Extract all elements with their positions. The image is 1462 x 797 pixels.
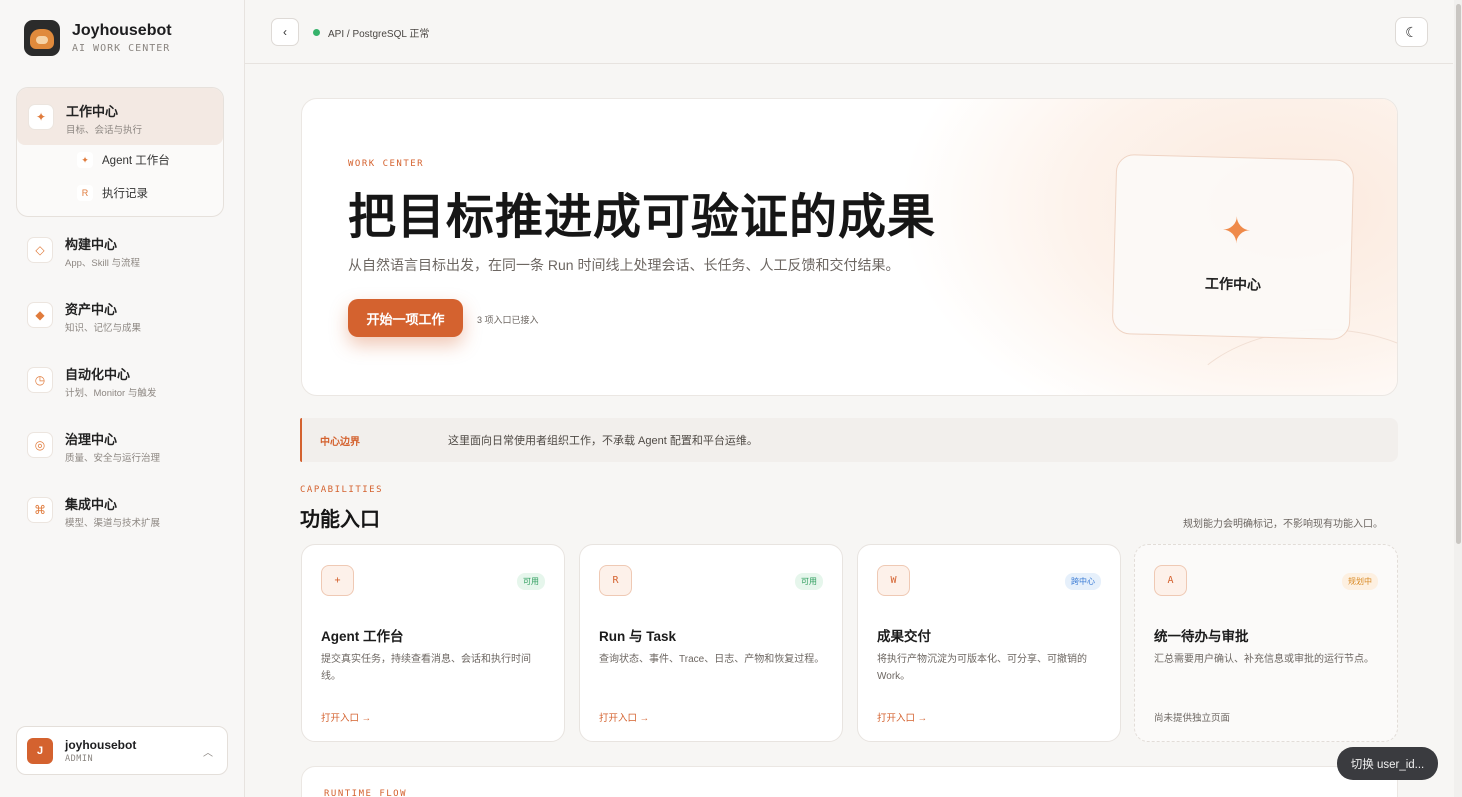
scrollbar-thumb[interactable] <box>1456 4 1461 544</box>
hero-panel: WORK CENTER 把目标推进成可验证的成果 从自然语言目标出发，在同一条 … <box>301 98 1398 396</box>
top-bar: ‹ API / PostgreSQL 正常 ☾ <box>245 0 1453 64</box>
card-title: 成果交付 <box>877 629 931 644</box>
brand-subtitle: AI WORK CENTER <box>72 43 171 54</box>
sidebar-item-subtitle: App、Skill 与流程 <box>65 258 140 269</box>
center-boundary-note: 中心边界 这里面向日常使用者组织工作，不承载 Agent 配置和平台运维。 <box>300 418 1398 462</box>
chevron-up-icon: ︿ <box>203 748 213 759</box>
chevron-left-icon: ‹ <box>283 25 287 39</box>
open-entry-link[interactable]: 打开入口 → <box>321 710 371 724</box>
status-badge: 可用 <box>517 573 545 590</box>
clock-icon: ◷ <box>27 367 53 393</box>
boundary-text: 这里面向日常使用者组织工作，不承载 Agent 配置和平台运维。 <box>448 435 758 447</box>
sparkle-icon: ✦ <box>77 152 93 168</box>
status-badge: 跨中心 <box>1065 573 1101 590</box>
theme-toggle-button[interactable]: ☾ <box>1395 17 1428 47</box>
status-text: API / PostgreSQL 正常 <box>328 29 430 40</box>
brand-name: Joyhousebot <box>72 22 172 39</box>
runtime-kicker: RUNTIME FLOW <box>324 789 408 797</box>
avatar: J <box>27 737 53 764</box>
user-name: joyhousebot <box>65 737 137 752</box>
open-entry-link[interactable]: 打开入口 → <box>599 710 649 724</box>
capabilities-note: 规划能力会明确标记，不影响现有功能入口。 <box>1183 519 1383 530</box>
card-description: 将执行产物沉淀为可版本化、可分享、可撤销的 Work。 <box>877 654 1087 682</box>
collapse-sidebar-button[interactable]: ‹ <box>271 18 299 46</box>
w-letter-icon: W <box>877 565 910 596</box>
status-badge: 可用 <box>795 573 823 590</box>
capability-card-run-task[interactable]: R 可用 Run 与 Task 查询状态、事件、Trace、日志、产物和恢复过程… <box>579 544 843 742</box>
unavailable-note: 尚未提供独立页面 <box>1154 713 1231 724</box>
capability-card-agent-workbench[interactable]: + 可用 Agent 工作台 提交真实任务，持续查看消息、会话和执行时间线。 打… <box>301 544 565 742</box>
card-description: 查询状态、事件、Trace、日志、产物和恢复过程。 <box>599 654 825 665</box>
a-letter-icon: A <box>1154 565 1187 596</box>
status-badge: 规划中 <box>1342 573 1378 590</box>
r-letter-icon: R <box>77 185 93 201</box>
hero-note: 3 项入口已接入 <box>477 315 539 325</box>
brand-logo-icon <box>24 20 60 56</box>
card-title: Agent 工作台 <box>321 629 404 644</box>
hero-description: 从自然语言目标出发，在同一条 Run 时间线上处理会话、长任务、人工反馈和交付结… <box>348 257 900 273</box>
user-role: ADMIN <box>65 753 94 764</box>
system-status: API / PostgreSQL 正常 <box>313 25 429 40</box>
sidebar-item-build-center[interactable]: ◇ 构建中心 App、Skill 与流程 <box>27 237 140 269</box>
command-icon: ⌘ <box>27 497 53 523</box>
hero-card-label: 工作中心 <box>1204 275 1262 293</box>
sidebar-item-subtitle: 知识、记忆与成果 <box>65 323 142 334</box>
status-ok-icon <box>313 29 320 36</box>
card-description: 汇总需要用户确认、补充信息或审批的运行节点。 <box>1154 654 1374 665</box>
r-letter-icon: R <box>599 565 632 596</box>
sidebar-item-title: 集成中心 <box>65 497 118 512</box>
runtime-flow-panel: RUNTIME FLOW <box>301 766 1398 797</box>
sidebar-subitem-agent-workbench[interactable]: ✦ Agent 工作台 <box>77 152 170 168</box>
user-menu[interactable]: J joyhousebot ADMIN ︿ <box>16 726 228 775</box>
card-title: Run 与 Task <box>599 629 677 644</box>
sidebar-item-asset-center[interactable]: ◆ 资产中心 知识、记忆与成果 <box>27 302 141 334</box>
capabilities-title: 功能入口 <box>300 509 380 531</box>
card-description: 提交真实任务，持续查看消息、会话和执行时间线。 <box>321 654 531 682</box>
diamond-filled-icon: ◆ <box>27 302 53 328</box>
sidebar-item-subtitle: 质量、安全与运行治理 <box>65 453 161 464</box>
sidebar-item-integration-center[interactable]: ⌘ 集成中心 模型、渠道与技术扩展 <box>27 497 160 529</box>
page-title: 把目标推进成可验证的成果 <box>348 191 937 244</box>
sidebar-subitem-label: Agent 工作台 <box>102 155 170 167</box>
sidebar: Joyhousebot AI WORK CENTER ✦ 工作中心 目标、会话与… <box>0 0 245 797</box>
sidebar-item-subtitle: 目标、会话与执行 <box>66 125 143 136</box>
sidebar-item-automation-center[interactable]: ◷ 自动化中心 计划、Monitor 与触发 <box>27 367 156 399</box>
capability-card-approvals: A 规划中 统一待办与审批 汇总需要用户确认、补充信息或审批的运行节点。 尚未提… <box>1134 544 1398 742</box>
card-title: 统一待办与审批 <box>1154 629 1249 644</box>
hero-kicker: WORK CENTER <box>348 159 425 169</box>
sidebar-item-title: 自动化中心 <box>65 367 131 382</box>
sidebar-item-subtitle: 计划、Monitor 与触发 <box>65 388 157 399</box>
start-work-button[interactable]: 开始一项工作 <box>348 299 463 337</box>
sidebar-item-work-center[interactable]: ✦ 工作中心 目标、会话与执行 <box>17 88 223 145</box>
switch-user-id-button[interactable]: 切换 user_id... <box>1337 747 1438 780</box>
capability-card-deliverables[interactable]: W 跨中心 成果交付 将执行产物沉淀为可版本化、可分享、可撤销的 Work。 打… <box>857 544 1121 742</box>
plus-icon: + <box>321 565 354 596</box>
sidebar-item-subtitle: 模型、渠道与技术扩展 <box>65 518 161 529</box>
brand[interactable]: Joyhousebot AI WORK CENTER <box>24 20 172 56</box>
capabilities-kicker: CAPABILITIES <box>300 485 384 495</box>
open-entry-link[interactable]: 打开入口 → <box>877 710 927 724</box>
sidebar-item-title: 治理中心 <box>65 432 118 447</box>
nav-group-work-center: ✦ 工作中心 目标、会话与执行 ✦ Agent 工作台 R 执行记录 <box>16 87 224 217</box>
diamond-outline-icon: ◇ <box>27 237 53 263</box>
sidebar-item-title: 构建中心 <box>65 237 118 252</box>
sidebar-subitem-run-history[interactable]: R 执行记录 <box>77 185 148 201</box>
boundary-label: 中心边界 <box>320 437 360 448</box>
sidebar-item-title: 资产中心 <box>65 302 118 317</box>
sparkle-icon: ✦ <box>1220 209 1253 252</box>
hero-illustration-card: ✦ 工作中心 <box>1111 153 1355 341</box>
sidebar-item-title: 工作中心 <box>66 104 119 119</box>
sidebar-subitem-label: 执行记录 <box>102 188 148 200</box>
moon-icon: ☾ <box>1405 23 1418 40</box>
sparkle-icon: ✦ <box>28 104 54 130</box>
sidebar-item-governance-center[interactable]: ◎ 治理中心 质量、安全与运行治理 <box>27 432 160 464</box>
target-icon: ◎ <box>27 432 53 458</box>
